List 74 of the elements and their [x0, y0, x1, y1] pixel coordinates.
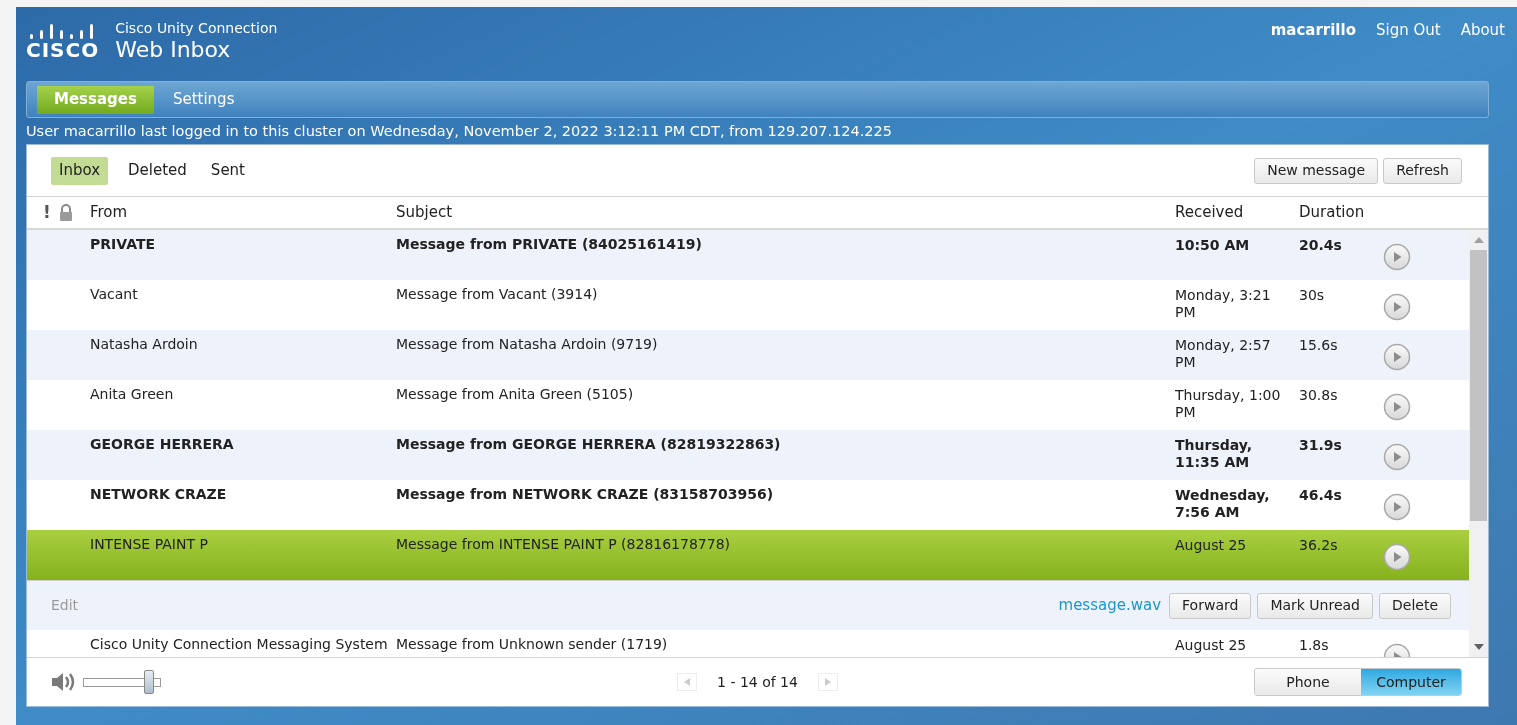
lock-icon — [58, 204, 73, 221]
folder-tab[interactable]: Deleted — [124, 156, 191, 185]
duration: 30s — [1299, 286, 1326, 304]
app-title: Web Inbox — [115, 37, 232, 63]
scroll-thumb[interactable] — [1470, 250, 1487, 521]
message-row[interactable]: INTENSE PAINT P Message from INTENSE PAINT P (82816178778) August 25 36.2s — [27, 530, 1469, 580]
volume-slider[interactable] — [83, 670, 161, 694]
received-time: August 25 — [1175, 536, 1248, 554]
duration: 30.8s — [1299, 386, 1339, 404]
scrollbar[interactable] — [1469, 230, 1488, 657]
sender: INTENSE PAINT P — [90, 535, 209, 554]
sender: PRIVATE — [90, 235, 156, 254]
right-arrow-icon — [824, 678, 831, 686]
message-row[interactable]: Natasha Ardoin Message from Natasha Ardoin (9719) Monday, 2:57 PM 15.6s — [27, 330, 1469, 380]
column-header[interactable]: Duration — [1299, 201, 1399, 224]
subject: Message from GEORGE HERRERA (82819322863) — [396, 435, 782, 454]
duration: 46.4s — [1299, 486, 1343, 504]
received-time: 10:50 AM — [1175, 236, 1251, 254]
play-icon[interactable] — [1383, 543, 1411, 571]
message-row[interactable]: PRIVATE Message from PRIVATE (84025161419) 10:50 AM 20.4s — [27, 230, 1469, 280]
subject: Message from PRIVATE (84025161419) — [396, 235, 703, 254]
toolbar-button[interactable]: Refresh — [1383, 157, 1462, 184]
play-icon[interactable] — [1383, 343, 1411, 371]
received-time: Monday, 2:57 PM — [1175, 336, 1272, 371]
message-action-button[interactable]: Forward — [1169, 592, 1252, 619]
product-name: Cisco Unity Connection — [115, 19, 278, 37]
subject: Message from NETWORK CRAZE (83158703956) — [396, 485, 775, 504]
login-notice: User macarrillo last logged in to this cluster on Wednesday, November 2, 2022 3:12:11 PM CDT, from 129.207.124.225 — [26, 122, 892, 142]
column-header[interactable]: Received — [1175, 201, 1299, 224]
playback-toggle[interactable]: Computer — [1361, 669, 1461, 695]
column-header[interactable]: Subject — [396, 201, 1175, 224]
page-range: 1 - 14 of 14 — [717, 672, 798, 692]
left-arrow-icon — [684, 678, 691, 686]
subject: Message from Natasha Ardoin (9719) — [396, 335, 659, 354]
message-action-button[interactable]: Delete — [1379, 592, 1451, 619]
sender: Natasha Ardoin — [90, 335, 199, 354]
received-time: Wednesday, 7:56 AM — [1175, 486, 1271, 521]
received-time: Thursday, 1:00 PM — [1175, 386, 1282, 421]
duration: 36.2s — [1299, 536, 1339, 554]
folder-tab[interactable]: Sent — [206, 156, 249, 185]
sender: Cisco Unity Connection Messaging System — [90, 635, 389, 654]
duration: 31.9s — [1299, 436, 1343, 454]
header-link[interactable]: About — [1460, 19, 1505, 42]
toolbar-button[interactable]: New message — [1254, 157, 1379, 184]
message-action-button[interactable]: Mark Unread — [1257, 592, 1373, 619]
logo-wordmark: CISCO — [26, 39, 100, 61]
sender: GEORGE HERRERA — [90, 435, 235, 454]
duration: 20.4s — [1299, 236, 1343, 254]
play-icon[interactable] — [1383, 293, 1411, 321]
header-link[interactable]: Sign Out — [1375, 19, 1441, 42]
subject: Message from Vacant (3914) — [396, 285, 599, 304]
column-header[interactable]: From — [90, 201, 396, 224]
volume-thumb[interactable] — [143, 670, 154, 694]
subject: Message from INTENSE PAINT P (82816178778) — [396, 535, 732, 554]
play-icon[interactable] — [1383, 493, 1411, 521]
received-time: August 25 — [1175, 636, 1248, 654]
received-time: Monday, 3:21 PM — [1175, 286, 1272, 321]
subject: Message from Anita Green (5105) — [396, 385, 635, 404]
folder-tab[interactable]: Inbox — [51, 156, 109, 185]
duration: 15.6s — [1299, 336, 1339, 354]
play-icon[interactable] — [1383, 393, 1411, 421]
play-icon[interactable] — [1383, 243, 1411, 271]
message-row[interactable]: GEORGE HERRERA Message from GEORGE HERRERA (82819322863) Thursday, 11:35 AM 31.9s — [27, 430, 1469, 480]
username: macarrillo — [1270, 20, 1356, 41]
duration: 1.8s — [1299, 636, 1330, 654]
sender: Vacant — [90, 285, 139, 304]
subject: Message from Unknown sender (1719) — [396, 635, 669, 654]
priority-icon: ! — [43, 204, 51, 221]
play-icon[interactable] — [1383, 443, 1411, 471]
speaker-icon[interactable] — [51, 671, 77, 693]
sender: Anita Green — [90, 385, 175, 404]
received-time: Thursday, 11:35 AM — [1175, 436, 1254, 471]
sender: NETWORK CRAZE — [90, 485, 228, 504]
playback-toggle[interactable]: Phone — [1255, 669, 1361, 695]
